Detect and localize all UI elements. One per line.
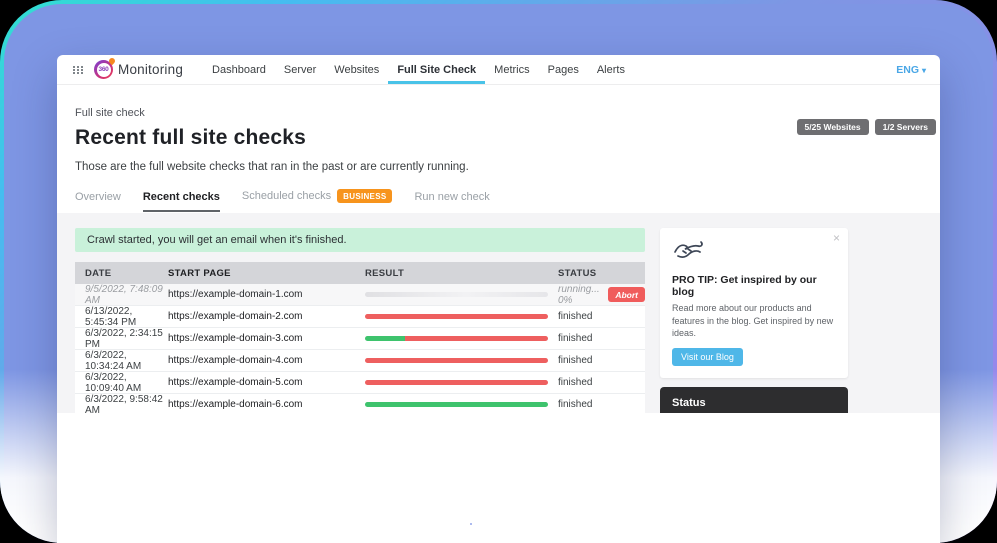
tab-scheduled-label: Scheduled checks xyxy=(242,190,331,202)
brand-logo-icon[interactable]: 360 xyxy=(94,60,113,79)
check-url: https://example-domain-4.com xyxy=(168,355,365,366)
brand-name: Monitoring xyxy=(118,62,183,77)
nav-item-full-site-check[interactable]: Full Site Check xyxy=(388,55,485,84)
breadcrumb: Full site check xyxy=(75,85,922,119)
status-text: finished xyxy=(558,377,592,388)
main-nav-menu: Dashboard Server Websites Full Site Chec… xyxy=(203,55,634,84)
check-status: finished xyxy=(558,399,645,410)
check-status: running... 0% Abort xyxy=(558,284,645,306)
check-result xyxy=(365,402,558,407)
status-panel: Status SERVERS 0 open alert(s) 0 servers… xyxy=(660,387,848,413)
tab-run-new-check[interactable]: Run new check xyxy=(414,191,489,212)
check-result xyxy=(365,314,558,319)
content-area: Crawl started, you will get an email whe… xyxy=(57,213,940,413)
nav-item-metrics[interactable]: Metrics xyxy=(485,55,538,84)
business-badge: BUSINESS xyxy=(337,189,392,203)
sidebar-column: × PRO TIP: Get inspired by our blog Read… xyxy=(660,228,848,398)
tab-overview[interactable]: Overview xyxy=(75,191,121,212)
checks-column: Crawl started, you will get an email whe… xyxy=(75,228,645,398)
usage-badges: 5/25 Websites 1/2 Servers xyxy=(797,119,936,135)
status-panel-title: Status xyxy=(672,397,836,409)
logo-text: 360 xyxy=(97,63,111,77)
status-text: running... 0% xyxy=(558,284,602,306)
nav-item-server[interactable]: Server xyxy=(275,55,325,84)
check-result xyxy=(365,358,558,363)
check-url: https://example-domain-5.com xyxy=(168,377,365,388)
check-status: finished xyxy=(558,377,645,388)
check-result xyxy=(365,336,558,341)
check-date: 9/5/2022, 7:48:09 AM xyxy=(75,284,168,306)
status-text: finished xyxy=(558,355,592,366)
nav-item-pages[interactable]: Pages xyxy=(539,55,588,84)
websites-usage-badge[interactable]: 5/25 Websites xyxy=(797,119,869,135)
top-nav: 360 Monitoring Dashboard Server Websites… xyxy=(57,55,940,85)
language-selector[interactable]: ENG ▾ xyxy=(896,64,926,76)
success-banner: Crawl started, you will get an email whe… xyxy=(75,228,645,252)
protip-body: Read more about our products and feature… xyxy=(672,302,836,340)
status-text: finished xyxy=(558,333,592,344)
app-window: 360 Monitoring Dashboard Server Websites… xyxy=(57,55,940,543)
progress-bar xyxy=(365,402,548,407)
tab-recent-checks[interactable]: Recent checks xyxy=(143,191,220,212)
check-date: 6/3/2022, 9:58:42 AM xyxy=(75,394,168,414)
progress-bar xyxy=(365,380,548,385)
table-row[interactable]: 6/3/2022, 9:58:42 AM https://example-dom… xyxy=(75,394,645,413)
check-result xyxy=(365,380,558,385)
protip-card: × PRO TIP: Get inspired by our blog Read… xyxy=(660,228,848,378)
check-status: finished xyxy=(558,311,645,322)
check-date: 6/13/2022, 5:45:34 PM xyxy=(75,306,168,328)
progress-bar xyxy=(365,314,548,319)
nav-item-dashboard[interactable]: Dashboard xyxy=(203,55,275,84)
visit-blog-button[interactable]: Visit our Blog xyxy=(672,348,743,366)
table-row[interactable]: 6/3/2022, 10:34:24 AM https://example-do… xyxy=(75,350,645,372)
check-url: https://example-domain-2.com xyxy=(168,311,365,322)
check-date: 6/3/2022, 2:34:15 PM xyxy=(75,328,168,350)
table-row[interactable]: 6/13/2022, 5:45:34 PM https://example-do… xyxy=(75,306,645,328)
progress-bar xyxy=(365,336,548,341)
check-date: 6/3/2022, 10:09:40 AM xyxy=(75,372,168,394)
col-header-status: STATUS xyxy=(558,268,645,279)
col-header-date: DATE xyxy=(75,268,168,279)
servers-usage-badge[interactable]: 1/2 Servers xyxy=(875,119,936,135)
progress-bar xyxy=(365,292,548,297)
app-grid-icon[interactable] xyxy=(73,66,84,74)
dissolve-speckles xyxy=(470,523,472,525)
check-url: https://example-domain-1.com xyxy=(168,289,365,300)
nav-item-alerts[interactable]: Alerts xyxy=(588,55,634,84)
check-status: finished xyxy=(558,355,645,366)
page-title: Recent full site checks xyxy=(75,126,922,150)
table-row[interactable]: 9/5/2022, 7:48:09 AM https://example-dom… xyxy=(75,284,645,306)
check-url: https://example-domain-6.com xyxy=(168,399,365,410)
handshake-icon xyxy=(672,238,706,262)
check-status: finished xyxy=(558,333,645,344)
tab-bar: Overview Recent checks Scheduled checks … xyxy=(75,189,922,212)
table-header: DATE START PAGE RESULT STATUS xyxy=(75,262,645,284)
abort-button[interactable]: Abort xyxy=(608,287,645,302)
status-text: finished xyxy=(558,399,592,410)
language-label: ENG xyxy=(896,64,919,76)
close-icon[interactable]: × xyxy=(833,231,840,245)
status-text: finished xyxy=(558,311,592,322)
progress-bar xyxy=(365,358,548,363)
page-header: 5/25 Websites 1/2 Servers Full site chec… xyxy=(57,85,940,212)
tab-scheduled-checks[interactable]: Scheduled checks BUSINESS xyxy=(242,189,393,212)
check-url: https://example-domain-3.com xyxy=(168,333,365,344)
col-header-result: RESULT xyxy=(365,268,558,279)
check-date: 6/3/2022, 10:34:24 AM xyxy=(75,350,168,372)
check-result xyxy=(365,292,558,297)
nav-item-websites[interactable]: Websites xyxy=(325,55,388,84)
protip-title: PRO TIP: Get inspired by our blog xyxy=(672,274,836,298)
page-description: Those are the full website checks that r… xyxy=(75,161,922,173)
col-header-start-page: START PAGE xyxy=(168,268,365,279)
chevron-down-icon: ▾ xyxy=(922,66,926,75)
table-row[interactable]: 6/3/2022, 2:34:15 PM https://example-dom… xyxy=(75,328,645,350)
table-row[interactable]: 6/3/2022, 10:09:40 AM https://example-do… xyxy=(75,372,645,394)
